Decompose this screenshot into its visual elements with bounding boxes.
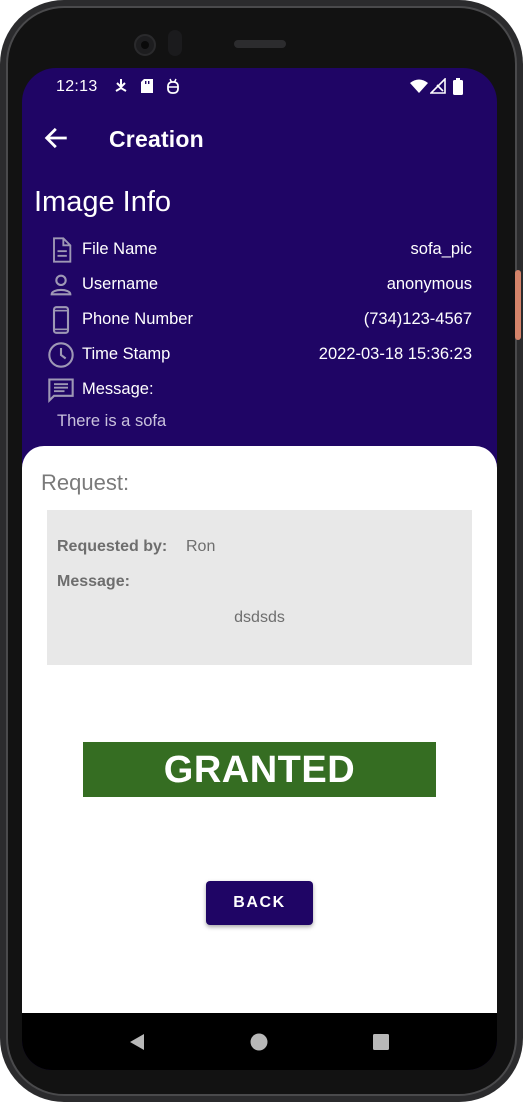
request-message-value: dsdsds	[234, 609, 285, 626]
message-label: Message:	[82, 380, 154, 398]
request-details-box: Requested by: Ron Message: dsdsds	[47, 510, 472, 665]
info-row-username: Username anonymous	[22, 269, 497, 301]
system-nav-bar	[22, 1013, 497, 1070]
phone-number-value: (734)123-4567	[363, 310, 472, 328]
file-name-label: File Name	[82, 240, 158, 258]
info-row-time-stamp: Time Stamp 2022-03-18 15:36:23	[22, 339, 497, 371]
download-icon	[115, 79, 127, 92]
earpiece-speaker	[234, 40, 286, 48]
screen: 12:13 Creation Image Info File Name sofa…	[22, 68, 497, 1070]
power-button	[515, 270, 521, 340]
message-icon	[48, 378, 74, 404]
info-row-phone-number: Phone Number (734)123-4567	[22, 304, 497, 336]
recents-square-icon[interactable]	[369, 1030, 393, 1054]
front-camera	[134, 34, 156, 56]
granted-status-banner: GRANTED	[83, 742, 436, 797]
requested-by-value: Ron	[186, 538, 216, 555]
username-label: Username	[82, 275, 159, 293]
time-stamp-label: Time Stamp	[82, 345, 171, 363]
username-value: anonymous	[386, 275, 472, 293]
request-heading: Request:	[41, 470, 130, 495]
back-triangle-icon[interactable]	[125, 1030, 149, 1054]
android-debug-icon	[167, 78, 179, 94]
home-circle-icon[interactable]	[247, 1030, 271, 1054]
app-bar: Creation	[22, 104, 497, 174]
time-stamp-value: 2022-03-18 15:36:23	[318, 345, 472, 363]
message-text: There is a sofa	[57, 412, 167, 430]
wifi-icon	[410, 79, 428, 93]
requested-by-label: Requested by:	[57, 538, 168, 555]
image-info-heading: Image Info	[34, 186, 172, 218]
clock-icon	[48, 342, 74, 368]
page-title: Creation	[109, 126, 204, 152]
file-icon	[53, 237, 72, 263]
info-row-message: Message:	[22, 374, 497, 406]
battery-icon	[453, 78, 463, 95]
proximity-sensor	[168, 30, 182, 56]
sd-card-icon	[141, 79, 153, 93]
request-message-label: Message:	[57, 573, 130, 590]
status-time: 12:13	[56, 78, 98, 95]
person-icon	[50, 274, 72, 296]
arrow-back-icon[interactable]	[42, 124, 70, 152]
request-sheet: Request: Requested by: Ron Message: dsds…	[22, 446, 497, 1013]
status-bar: 12:13	[22, 68, 497, 104]
file-name-value: sofa_pic	[410, 240, 472, 258]
phone-number-label: Phone Number	[82, 310, 193, 328]
no-signal-icon	[430, 78, 446, 94]
back-button[interactable]: BACK	[206, 881, 313, 925]
info-row-file-name: File Name sofa_pic	[22, 234, 497, 266]
phone-frame: 12:13 Creation Image Info File Name sofa…	[0, 0, 523, 1102]
phone-icon	[52, 306, 70, 334]
